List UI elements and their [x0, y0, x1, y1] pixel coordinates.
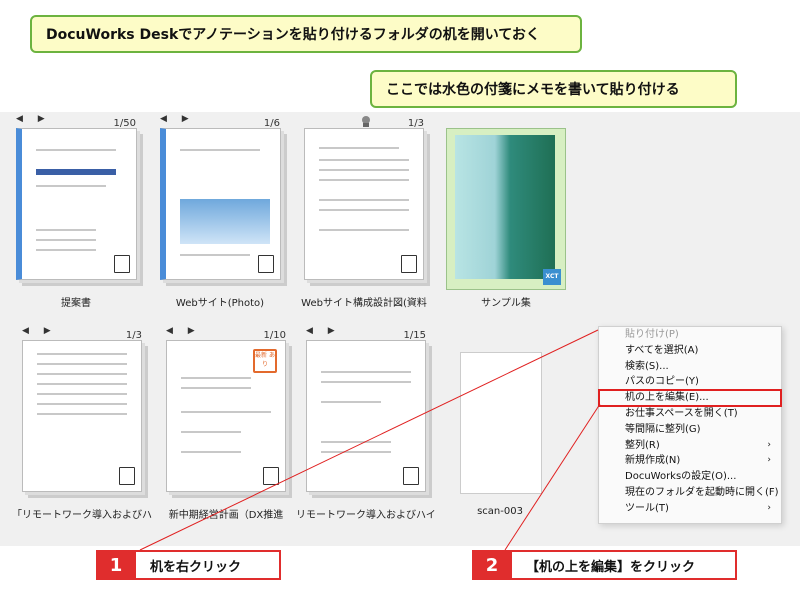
page-nav-arrows[interactable]: ◀ ▶ — [166, 326, 201, 336]
item-label: リモートワーク導入およびハイブ — [296, 510, 436, 521]
step-1-badge: 1 机を右クリック — [96, 550, 281, 580]
step-2-badge: 2 【机の上を編集】をクリック — [472, 550, 737, 580]
menu-item-settings[interactable]: DocuWorksの設定(O)... — [599, 469, 781, 485]
item-label: Webサイト(Photo) — [175, 298, 265, 309]
document-thumbnail[interactable] — [306, 340, 426, 492]
context-menu[interactable]: 貼り付け(P) すべてを選択(A) 検索(S)... パスのコピー(Y) 机の上… — [598, 326, 782, 524]
menu-item-edit-desk[interactable]: 机の上を編集(E)... — [598, 389, 782, 407]
menu-item-paste[interactable]: 貼り付け(P) — [599, 327, 781, 343]
document-icon — [263, 467, 279, 485]
instruction-callout: DocuWorks Deskでアノテーションを貼り付けるフォルダの机を開いておく — [30, 15, 582, 53]
page-nav-arrows[interactable]: ◀ ▶ — [22, 326, 57, 336]
document-icon — [119, 467, 135, 485]
docuworks-desk[interactable]: ◀ ▶ 1/50 提案書 ◀ ▶ 1/6 Webサイト(Photo) 1/3 W… — [0, 112, 800, 546]
document-thumbnail[interactable] — [160, 128, 281, 280]
menu-item-open-workspace[interactable]: お仕事スペースを開く(T) — [599, 406, 781, 422]
document-icon — [258, 255, 274, 273]
clip-icon — [362, 116, 370, 127]
menu-item-copy-path[interactable]: パスのコピー(Y) — [599, 374, 781, 390]
menu-item-arrange[interactable]: 整列(R) › — [599, 438, 781, 454]
item-label: Webサイト構成設計図(資料 — [301, 298, 427, 309]
sub-instruction-callout: ここでは水色の付箋にメモを書いて貼り付ける — [370, 70, 737, 108]
page-nav-arrows[interactable]: ◀ ▶ — [306, 326, 341, 336]
menu-item-align-evenly[interactable]: 等間隔に整列(G) — [599, 422, 781, 438]
item-label: 提案書 — [61, 298, 91, 309]
document-thumbnail[interactable]: 最新 あり — [166, 340, 286, 492]
menu-item-new[interactable]: 新規作成(N) › — [599, 453, 781, 469]
document-thumbnail[interactable] — [16, 128, 137, 280]
document-icon — [403, 467, 419, 485]
chevron-right-icon: › — [767, 455, 771, 466]
stamp-annotation: 最新 あり — [253, 349, 277, 373]
document-thumbnail[interactable] — [304, 128, 424, 280]
chevron-right-icon: › — [767, 502, 771, 513]
xct-binder-icon: XCT — [543, 269, 561, 285]
item-label: 新中期経営計画（DX推進 — [168, 510, 284, 521]
menu-item-select-all[interactable]: すべてを選択(A) — [599, 343, 781, 359]
item-label: scan-003 — [477, 506, 523, 517]
photo-thumbnail[interactable]: XCT — [446, 128, 566, 290]
menu-item-search[interactable]: 検索(S)... — [599, 359, 781, 375]
page-nav-arrows[interactable]: ◀ ▶ — [160, 114, 195, 124]
menu-item-open-on-start[interactable]: 現在のフォルダを起動時に開く(F) — [599, 485, 781, 501]
scan-thumbnail[interactable] — [460, 352, 542, 494]
document-icon — [114, 255, 130, 273]
item-label: 「リモートワーク導入およびハイ — [12, 510, 152, 521]
document-icon — [401, 255, 417, 273]
item-label: サンプル集 — [481, 298, 531, 309]
menu-item-tools[interactable]: ツール(T) › — [599, 501, 781, 517]
page-nav-arrows[interactable]: ◀ ▶ — [16, 114, 51, 124]
document-thumbnail[interactable] — [22, 340, 142, 492]
chevron-right-icon: › — [767, 439, 771, 450]
